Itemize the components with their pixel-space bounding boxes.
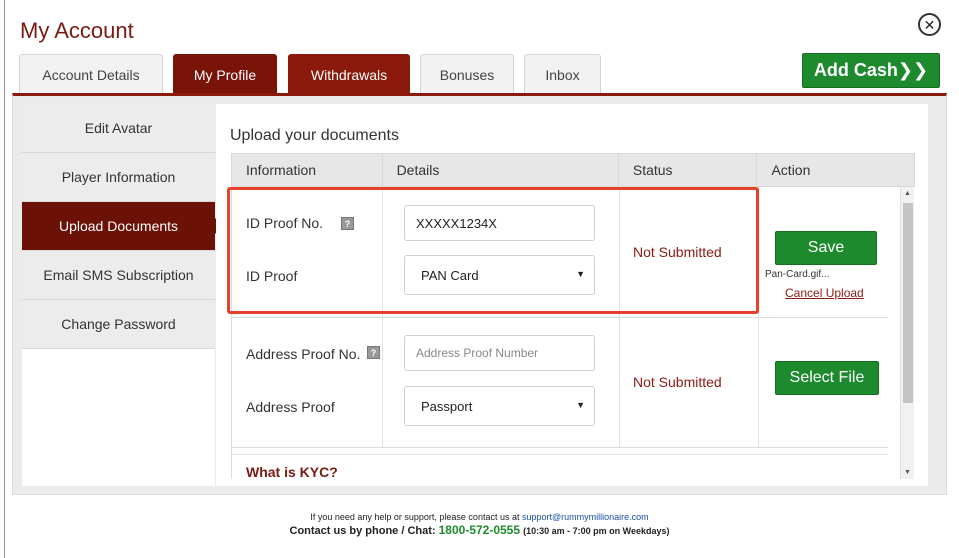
sidebar-item-change-password[interactable]: Change Password (22, 300, 215, 349)
sidebar-item-player-information[interactable]: Player Information (22, 153, 215, 202)
support-hours: (10:30 am - 7:00 pm on Weekdays) (523, 526, 670, 536)
address-proof-label: Address Proof (246, 399, 335, 415)
what-is-kyc-link[interactable]: What is KYC? (246, 464, 338, 480)
column-header-details: Details (383, 154, 619, 186)
cancel-upload-link[interactable]: Cancel Upload (785, 286, 864, 300)
sidebar-item-upload-documents[interactable]: Upload Documents (22, 202, 223, 251)
scroll-up-icon[interactable]: ▲ (904, 190, 911, 197)
sidebar-item-edit-avatar[interactable]: Edit Avatar (22, 104, 215, 153)
address-proof-select-value: Passport (421, 398, 473, 414)
footer-help: If you need any help or support, please … (0, 512, 959, 522)
window-edge (4, 0, 5, 558)
scroll-thumb[interactable] (903, 203, 913, 403)
support-email-link[interactable]: support@rummymillionaire.com (522, 512, 649, 522)
info-icon[interactable]: ? (367, 346, 380, 359)
chevron-down-icon: ▼ (576, 400, 585, 410)
tab-bonuses[interactable]: Bonuses (420, 54, 514, 94)
column-header-action: Action (771, 162, 811, 178)
highlight-box (227, 187, 759, 314)
tab-inbox[interactable]: Inbox (524, 54, 601, 94)
documents-table-header: Information Details Status Action (231, 153, 915, 187)
row-divider (232, 454, 888, 455)
save-button[interactable]: Save (775, 231, 877, 265)
address-proof-number-label: Address Proof No. (246, 346, 361, 362)
tab-my-profile[interactable]: My Profile (173, 54, 277, 94)
table-scrollbar[interactable]: ▲ ▼ (900, 187, 914, 479)
footer-contact: Contact us by phone / Chat: 1800-572-055… (0, 523, 959, 537)
row-divider (232, 317, 888, 318)
profile-sidebar: Edit Avatar Player Information Upload Do… (22, 104, 223, 486)
support-phone: 1800-572-0555 (438, 523, 521, 537)
footer-contact-label: Contact us by phone / Chat: (289, 525, 436, 537)
close-icon[interactable]: ✕ (918, 13, 941, 36)
sidebar-item-email-sms-subscription[interactable]: Email SMS Subscription (22, 251, 215, 300)
modal-title: My Account (20, 18, 134, 43)
address-proof-number-input[interactable]: Address Proof Number (404, 335, 595, 371)
add-cash-button[interactable]: Add Cash❯❯ (802, 53, 940, 88)
scroll-down-icon[interactable]: ▼ (904, 469, 911, 476)
tab-withdrawals[interactable]: Withdrawals (288, 54, 410, 94)
select-file-button[interactable]: Select File (775, 361, 879, 395)
column-header-status: Status (619, 154, 758, 186)
column-header-information: Information (232, 154, 383, 186)
uploaded-file-name: Pan-Card.gif... (765, 269, 830, 280)
address-proof-select[interactable]: Passport ▼ (404, 386, 595, 426)
address-proof-status: Not Submitted (633, 374, 722, 390)
row-divider (232, 447, 888, 448)
footer-help-text: If you need any help or support, please … (310, 512, 520, 522)
tab-account-details[interactable]: Account Details (19, 54, 163, 94)
upload-heading: Upload your documents (230, 127, 399, 144)
